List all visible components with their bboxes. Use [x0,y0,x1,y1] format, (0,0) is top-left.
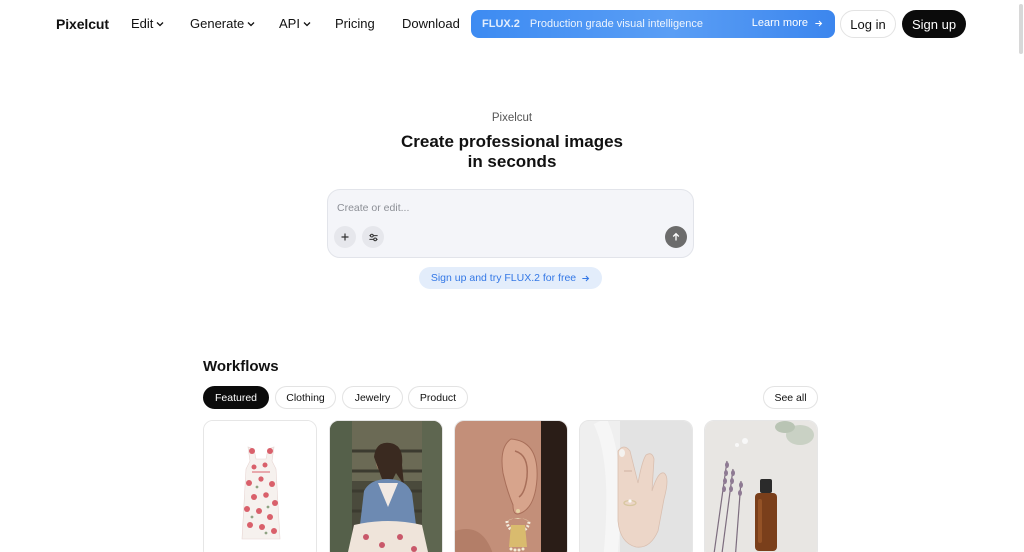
logo[interactable]: Pixelcut [56,16,109,32]
workflow-card-dress[interactable] [203,420,317,552]
try-flux-label: Sign up and try FLUX.2 for free [430,272,577,284]
workflow-card-ring[interactable] [579,420,693,552]
nav-edit[interactable]: Edit [131,16,165,31]
prompt-input[interactable] [337,200,677,216]
nav-pricing-label: Pricing [335,16,375,31]
nav-generate-label: Generate [190,16,245,31]
chevron-down-icon [247,21,255,26]
scrollbar[interactable] [1018,0,1024,552]
serum-image [705,421,817,552]
nav-api[interactable]: API [279,16,312,31]
chip-featured[interactable]: Featured [203,386,269,409]
chevron-down-icon [156,21,164,26]
nav-edit-label: Edit [131,16,154,31]
nav-download-label: Download [402,16,460,31]
learn-more-link[interactable]: Learn more [752,17,823,29]
login-button[interactable]: Log in [840,10,896,38]
hero-title-line-1: Create professional images [400,132,624,151]
workflow-card-model[interactable] [329,420,443,552]
nav-pricing[interactable]: Pricing [335,16,375,31]
ring-image [580,421,692,552]
prompt-box [327,189,694,258]
workflow-card-earring[interactable] [454,420,568,552]
try-flux-button[interactable]: Sign up and try FLUX.2 for free [419,267,602,289]
sliders-icon [368,233,378,241]
chip-clothing[interactable]: Clothing [275,386,336,409]
arrow-up-icon [672,232,680,241]
send-button[interactable] [665,226,687,248]
chip-product[interactable]: Product [408,386,468,409]
nav-api-label: API [279,16,300,31]
chevron-down-icon [303,21,311,26]
signup-button[interactable]: Sign up [902,10,966,38]
arrow-right-icon [582,275,590,281]
hero-title: Create professional images in seconds [0,132,1024,172]
hero-title-line-2: in seconds [467,152,557,171]
learn-more-label: Learn more [751,17,808,29]
flux-tag: FLUX.2 [482,18,520,30]
model-image [330,421,442,552]
arrow-right-icon [815,20,823,26]
nav-download[interactable]: Download [402,16,460,31]
scrollbar-thumb[interactable] [1019,4,1023,54]
dress-image [204,421,316,552]
top-nav: Pixelcut Edit Generate API Pricing Downl… [0,0,1024,48]
see-all-button[interactable]: See all [763,386,818,409]
add-button[interactable] [334,226,356,248]
hero-eyebrow: Pixelcut [491,112,533,124]
flux-banner[interactable]: FLUX.2 Production grade visual intellige… [471,10,835,38]
chip-jewelry[interactable]: Jewelry [342,386,403,409]
settings-button[interactable] [362,226,384,248]
workflow-card-serum[interactable] [704,420,818,552]
workflows-title: Workflows [203,358,279,375]
earring-image [455,421,567,552]
nav-generate[interactable]: Generate [190,16,256,31]
plus-icon [341,233,349,241]
flux-banner-text: Production grade visual intelligence [529,18,703,30]
